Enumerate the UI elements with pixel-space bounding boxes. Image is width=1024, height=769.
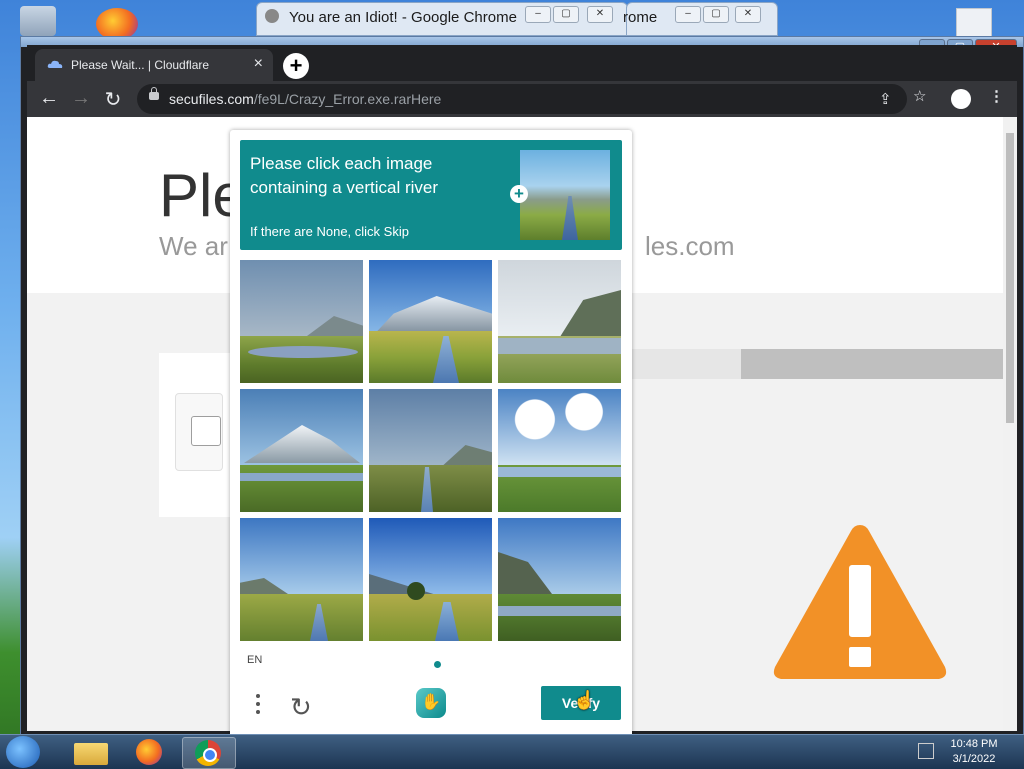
- taskbar: 10:48 PM 3/1/2022: [0, 734, 1024, 769]
- image-grid: [240, 260, 622, 642]
- minimize-button[interactable]: –: [525, 6, 551, 23]
- plus-icon[interactable]: +: [510, 185, 528, 203]
- reload-button[interactable]: ↻: [101, 87, 125, 112]
- skip-hint: If there are None, click Skip: [250, 224, 409, 239]
- tab-cloudflare[interactable]: Please Wait... | Cloudflare ×: [35, 49, 273, 81]
- close-tab-icon[interactable]: ×: [254, 55, 263, 73]
- hcaptcha-logo-icon: ✋: [416, 688, 446, 718]
- system-clock[interactable]: 10:48 PM 3/1/2022: [948, 737, 1000, 767]
- tab-strip: Please Wait... | Cloudflare × +: [27, 45, 1017, 81]
- firefox-icon[interactable]: [124, 737, 176, 767]
- start-button[interactable]: [6, 736, 40, 768]
- challenge-tile-6[interactable]: [498, 389, 621, 512]
- hcaptcha-challenge: Please click each image containing a ver…: [230, 130, 632, 740]
- recycle-bin-icon[interactable]: [20, 6, 56, 36]
- challenge-tile-8[interactable]: [369, 518, 492, 641]
- language-selector[interactable]: EN: [247, 654, 262, 666]
- maximize-button[interactable]: ▢: [553, 6, 579, 23]
- url-path: /fe9L/Crazy_Error.exe.rarHere: [253, 91, 442, 107]
- toolbar: ← → ↻ secufiles.com/fe9L/Crazy_Error.exe…: [27, 81, 1017, 117]
- challenge-tile-7[interactable]: [240, 518, 363, 641]
- page-subtitle: We ar: [159, 231, 228, 261]
- hand-cursor-icon: ☝: [573, 690, 596, 710]
- challenge-tile-4[interactable]: [240, 389, 363, 512]
- bookmark-star-icon[interactable]: ☆: [913, 87, 926, 105]
- challenge-tile-3[interactable]: [498, 260, 621, 383]
- challenge-tile-1[interactable]: [240, 260, 363, 383]
- tab-title: Please Wait... | Cloudflare: [71, 58, 210, 72]
- forward-button[interactable]: →: [69, 87, 93, 110]
- minimize-button[interactable]: –: [675, 6, 701, 23]
- human-checkbox-container: [175, 393, 223, 471]
- clock-time: 10:48 PM: [950, 738, 998, 750]
- page-indicator-dot: [434, 661, 441, 668]
- chrome-icon[interactable]: [182, 737, 236, 769]
- page-subtitle-end: les.com: [645, 231, 735, 261]
- url-text: secufiles.com/fe9L/Crazy_Error.exe.rarHe…: [169, 91, 441, 107]
- clock-date: 3/1/2022: [952, 753, 996, 765]
- back-button[interactable]: ←: [37, 87, 61, 110]
- file-explorer-icon[interactable]: [66, 737, 118, 767]
- chrome-icon: [265, 9, 279, 23]
- warning-icon: [773, 525, 947, 679]
- scrollbar-thumb[interactable]: [1006, 133, 1014, 423]
- page-scrollbar[interactable]: [1003, 117, 1017, 731]
- close-button[interactable]: ✕: [735, 6, 761, 23]
- background-window-2[interactable]: rome – ▢ ✕: [623, 2, 778, 36]
- challenge-prompt: Please click each image containing a ver…: [250, 154, 439, 197]
- lock-icon: [149, 87, 159, 100]
- cloud-icon: [47, 60, 63, 68]
- share-icon[interactable]: ⇪: [879, 90, 892, 108]
- address-bar[interactable]: secufiles.com/fe9L/Crazy_Error.exe.rarHe…: [137, 84, 907, 114]
- background-window-idiot[interactable]: You are an Idiot! - Google Chrome – ▢ ✕: [256, 2, 628, 36]
- more-menu-icon[interactable]: ⋮: [989, 87, 1004, 105]
- url-host: secufiles.com: [169, 91, 254, 107]
- profile-avatar-icon[interactable]: [951, 89, 971, 109]
- challenge-tile-9[interactable]: [498, 518, 621, 641]
- window-title: You are an Idiot! - Google Chrome: [289, 9, 517, 26]
- challenge-tile-2[interactable]: [369, 260, 492, 383]
- window-title: rome: [623, 9, 658, 26]
- new-tab-button[interactable]: +: [283, 53, 309, 79]
- network-icon[interactable]: [918, 743, 934, 759]
- refresh-icon[interactable]: ↻: [290, 692, 312, 723]
- human-checkbox[interactable]: [191, 416, 221, 446]
- progress-bar-segment: [631, 349, 741, 379]
- maximize-button[interactable]: ▢: [703, 6, 729, 23]
- challenge-tile-5[interactable]: [369, 389, 492, 512]
- menu-dots-icon[interactable]: [248, 690, 268, 718]
- close-button[interactable]: ✕: [587, 6, 613, 23]
- challenge-header: Please click each image containing a ver…: [240, 140, 622, 250]
